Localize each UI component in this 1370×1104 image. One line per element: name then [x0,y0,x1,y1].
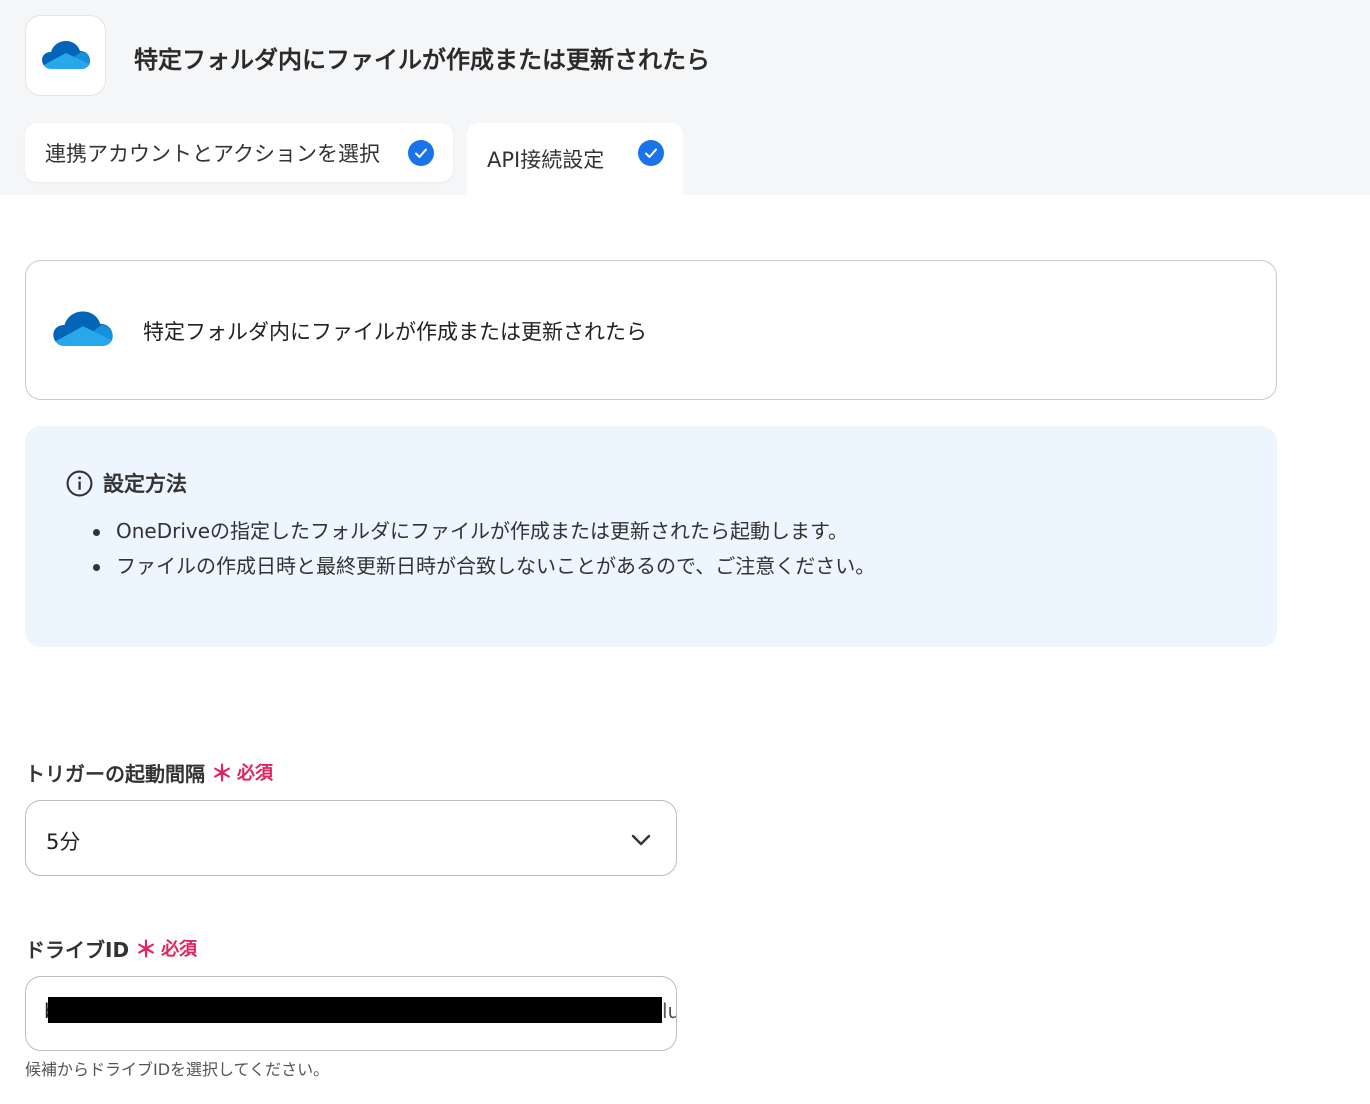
check-circle-icon [408,140,434,166]
trigger-label: 特定フォルダ内にファイルが作成または更新されたら [143,320,647,344]
onedrive-cloud-icon [53,311,113,347]
required-text: 必須 [237,763,274,784]
header: 特定フォルダ内にファイルが作成または更新されたら 連携アカウントとアクションを選… [0,0,1370,195]
trigger-card: 特定フォルダ内にファイルが作成または更新されたら [25,260,1277,400]
redaction-bar [48,997,662,1023]
tab-label: API接続設定 [487,148,605,172]
drive-id-input[interactable]: b lu [25,976,677,1051]
onedrive-cloud-icon [41,40,90,69]
interval-label: トリガーの起動間隔 ＊ 必須 [25,756,273,788]
drive-id-label-text: ドライブID [25,937,130,962]
list-item: OneDriveの指定したフォルダにファイルが作成または更新されたら起動します。 [93,516,875,551]
drive-id-value-suffix: lu [662,999,676,1023]
check-circle-icon [638,140,664,166]
drive-id-hint: 候補からドライブIDを選択してください。 [25,1060,330,1079]
tab-label: 連携アカウントとアクションを選択 [45,141,380,166]
info-title-text: 設定方法 [103,472,187,496]
info-title: 設定方法 [66,468,187,498]
tab-api-settings[interactable]: API接続設定 [467,123,683,195]
drive-id-label: ドライブID ＊ 必須 [25,932,197,964]
page-title: 特定フォルダ内にファイルが作成または更新されたら [134,46,710,74]
list-item: ファイルの作成日時と最終更新日時が合致しないことがあるので、ご注意ください。 [93,551,875,586]
required-star: ＊ [211,762,234,787]
onedrive-app-icon [25,15,106,96]
info-box: 設定方法 OneDriveの指定したフォルダにファイルが作成または更新されたら起… [25,426,1277,647]
required-text: 必須 [161,939,198,960]
info-icon [66,470,93,496]
info-list: OneDriveの指定したフォルダにファイルが作成または更新されたら起動します。… [93,516,875,586]
chevron-down-icon [631,834,651,846]
interval-value: 5分 [46,830,81,854]
required-star: ＊ [135,938,158,963]
tab-account-action[interactable]: 連携アカウントとアクションを選択 [25,123,453,182]
interval-label-text: トリガーの起動間隔 [25,761,205,786]
interval-select[interactable]: 5分 [25,800,677,876]
